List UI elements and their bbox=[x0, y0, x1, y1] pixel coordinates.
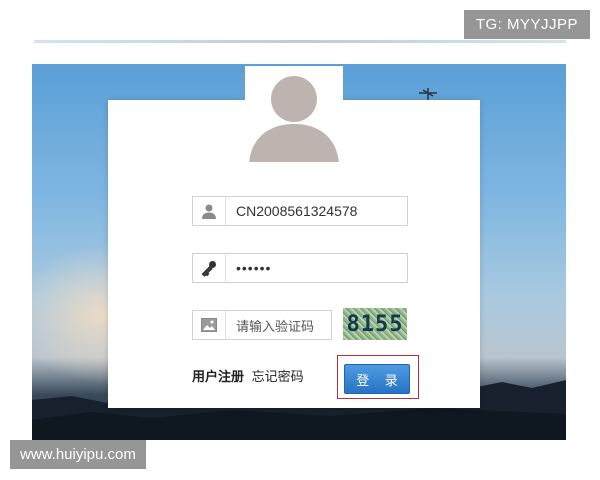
user-avatar-icon bbox=[245, 66, 343, 162]
captcha-image[interactable]: 8155 bbox=[343, 308, 407, 340]
login-button[interactable]: 登 录 bbox=[344, 364, 410, 394]
auth-links: 用户注册 忘记密码 bbox=[192, 366, 304, 385]
register-link[interactable]: 用户注册 bbox=[192, 369, 244, 384]
password-masked-value: •••••• bbox=[236, 260, 272, 276]
antenna-icon bbox=[419, 88, 437, 100]
image-icon bbox=[193, 311, 226, 339]
username-value: CN2008561324578 bbox=[236, 203, 358, 219]
header-divider bbox=[34, 40, 566, 43]
user-icon bbox=[193, 197, 226, 225]
captcha-placeholder: 请输入验证码 bbox=[236, 318, 315, 334]
username-field[interactable]: CN2008561324578 bbox=[192, 196, 408, 226]
forgot-password-link[interactable]: 忘记密码 bbox=[252, 369, 304, 384]
watermark-bottom-left: www.huiyipu.com bbox=[10, 440, 146, 469]
key-icon bbox=[193, 254, 226, 282]
avatar bbox=[245, 66, 343, 162]
password-field[interactable]: •••••• bbox=[192, 253, 408, 283]
captcha-input[interactable]: 请输入验证码 bbox=[192, 310, 332, 340]
watermark-top-right: TG: MYYJJPP bbox=[463, 10, 590, 39]
